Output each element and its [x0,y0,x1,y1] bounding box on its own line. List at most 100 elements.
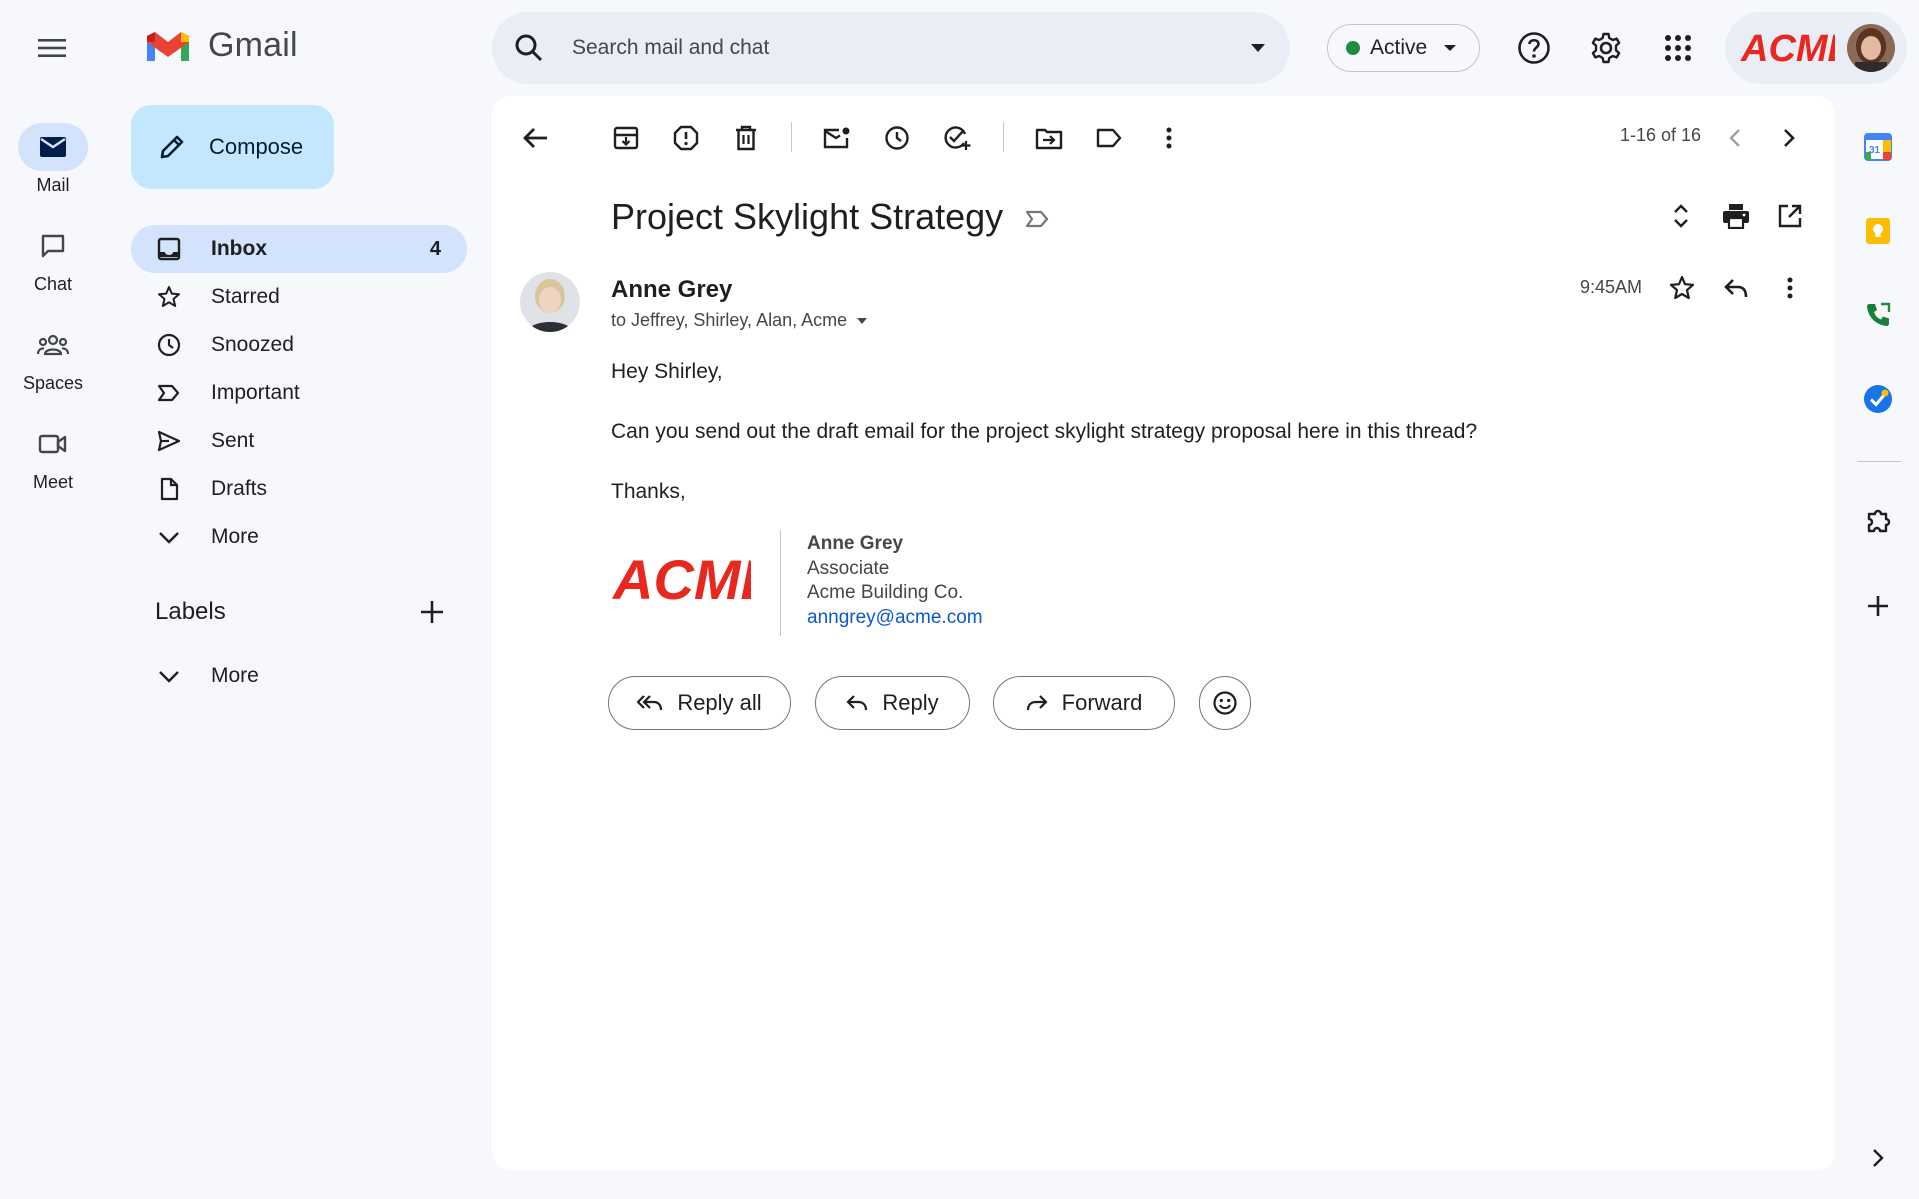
more-options-button[interactable] [1149,118,1189,158]
apps-grid-icon [1665,35,1691,61]
sidebar-item-important[interactable]: Important [131,369,467,417]
star-button[interactable] [1662,268,1702,308]
arrow-left-icon [523,128,547,148]
signature-logo-text: ACME [611,552,751,608]
email-time: 9:45AM [1580,277,1643,297]
search-options-button[interactable] [1250,43,1266,53]
status-selector[interactable]: Active [1327,24,1480,72]
create-label-button[interactable] [419,599,445,625]
newer-button[interactable] [1715,118,1755,158]
rail-pill[interactable] [18,222,88,270]
status-dot [1346,41,1360,55]
labels-button[interactable] [1089,118,1129,158]
sidebar-item-label: Starred [211,285,280,308]
labels-more-item[interactable]: More [131,652,467,700]
main-menu-button[interactable] [24,24,80,72]
rail-pill[interactable] [18,420,88,468]
caret-down-icon [857,317,868,324]
sidebar-item-snoozed[interactable]: Snoozed [131,321,467,369]
open-new-window-button[interactable] [1770,196,1810,236]
report-spam-button[interactable] [666,118,706,158]
show-side-panel-button[interactable] [1856,1136,1900,1180]
compose-button[interactable]: Compose [131,105,334,189]
keep-app-button[interactable] [1856,209,1900,253]
sidebar-item-inbox[interactable]: Inbox 4 [131,225,467,273]
reply-icon-button[interactable] [1716,268,1756,308]
gmail-m-icon [147,31,189,61]
tasks-app-button[interactable] [1856,377,1900,421]
rail-pill[interactable] [18,321,88,369]
sender-avatar[interactable] [520,272,580,332]
addons-button[interactable] [1856,500,1900,544]
sidebar-item-starred[interactable]: Starred [131,273,467,321]
chevron-down-icon [159,532,179,544]
pagination-count: 1-16 of 16 [1620,125,1702,145]
important-icon [1025,210,1049,228]
add-task-icon [944,126,971,150]
reply-label: Reply [882,690,939,715]
mark-unread-icon [823,127,850,149]
gmail-logo[interactable]: Gmail [144,26,298,65]
archive-icon [613,126,639,150]
expand-all-button[interactable] [1661,196,1701,236]
calendar-app-button[interactable]: 31 [1856,125,1900,169]
side-panel-divider [1857,461,1901,462]
email-subject: Project Skylight Strategy [611,196,1004,237]
sidebar-item-drafts[interactable]: Drafts [131,465,467,513]
rail-item-spaces[interactable]: Spaces [0,321,106,394]
older-button[interactable] [1769,118,1809,158]
recipients-summary[interactable]: to Jeffrey, Shirley, Alan, Acme [611,310,868,331]
back-button[interactable] [516,118,556,158]
sidebar-item-sent[interactable]: Sent [131,417,467,465]
signature-name: Anne Grey [807,533,904,554]
star-icon [158,286,180,307]
rail-item-chat[interactable]: Chat [0,222,106,295]
forward-button[interactable]: Forward [993,676,1175,730]
rail-pill[interactable] [18,123,88,171]
emoji-reaction-button[interactable] [1199,676,1251,730]
sidebar-item-label: Sent [211,429,255,452]
reply-button[interactable]: Reply [815,676,970,730]
mark-unread-button[interactable] [817,118,857,158]
reply-all-button[interactable]: Reply all [608,676,791,730]
mark-important-button[interactable] [1018,199,1058,239]
snooze-button[interactable] [877,118,917,158]
delete-button[interactable] [726,118,766,158]
signature-email-link[interactable]: anngrey@acme.com [807,606,983,631]
hamburger-icon [38,39,66,57]
add-to-tasks-button[interactable] [937,118,977,158]
reply-all-label: Reply all [677,690,762,715]
sidebar-item-label: More [211,525,259,548]
toolbar-divider [791,122,792,152]
open-in-new-icon [1778,204,1802,228]
sender-name[interactable]: Anne Grey [611,276,732,304]
toolbar-divider [1003,122,1004,152]
search-bar[interactable] [492,12,1290,84]
plus-icon [1868,596,1888,616]
meet-icon [38,434,67,454]
message-more-button[interactable] [1770,268,1810,308]
account-switcher[interactable]: ACME [1725,12,1907,84]
rail-item-mail[interactable]: Mail [0,123,106,196]
settings-button[interactable] [1582,24,1630,72]
search-icon[interactable] [514,33,544,63]
search-input[interactable] [572,36,1212,60]
sidebar-item-more[interactable]: More [131,513,467,561]
rail-item-meet[interactable]: Meet [0,420,106,493]
emoji-icon [1213,691,1237,715]
tasks-icon [1864,385,1892,413]
help-button[interactable] [1510,24,1558,72]
labels-more-label: More [211,664,259,687]
move-to-button[interactable] [1029,118,1069,158]
unfold-icon [1674,204,1688,228]
label-icon [1096,128,1122,148]
caret-down-icon [1444,45,1457,51]
voice-app-button[interactable] [1856,293,1900,337]
apps-button[interactable] [1654,24,1702,72]
avatar[interactable] [1847,24,1895,72]
brand-text: Gmail [208,26,298,64]
get-addons-button[interactable] [1856,584,1900,628]
move-to-icon [1035,128,1063,150]
print-button[interactable] [1716,196,1756,236]
archive-button[interactable] [606,118,646,158]
